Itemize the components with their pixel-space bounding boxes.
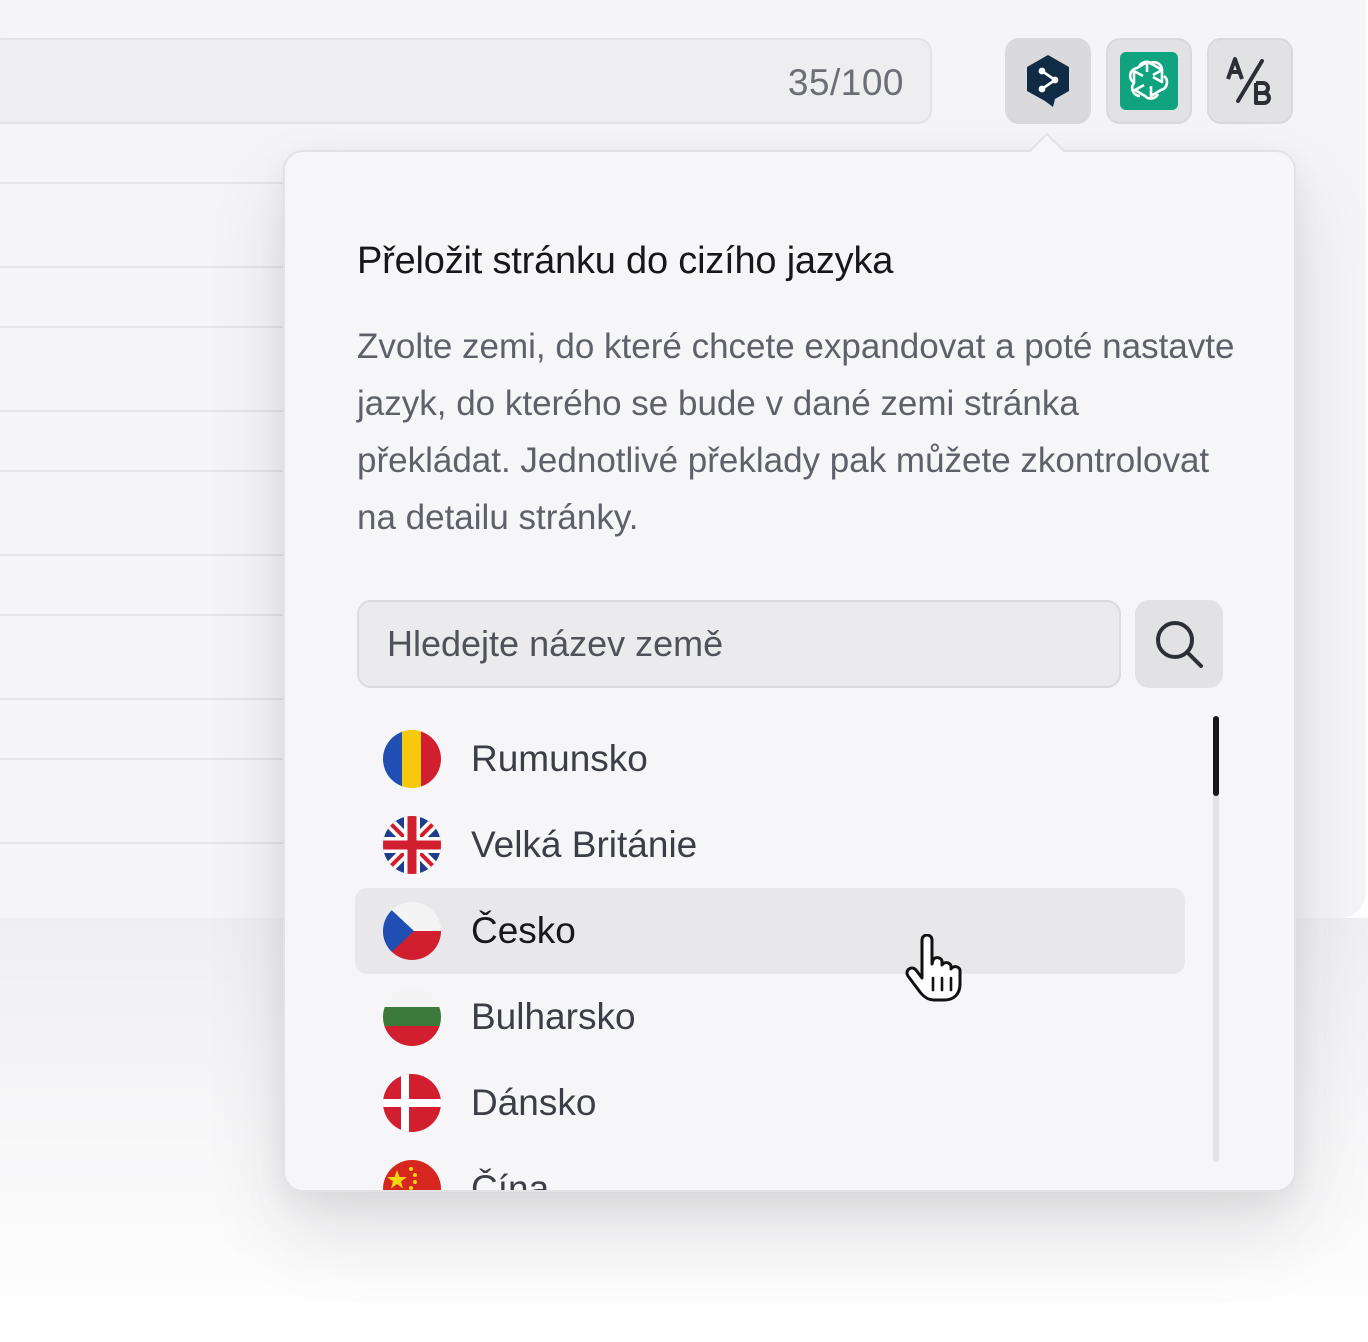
row-divider [0, 182, 290, 184]
list-item-label: Velká Británie [471, 824, 698, 865]
deepl-logo-icon [1027, 55, 1069, 107]
bulgaria-flag-icon [383, 988, 441, 1046]
czech-flag-icon [383, 902, 441, 960]
popover-description: Zvolte zemi, do které chcete expandovat … [357, 327, 1235, 537]
list-item-label: Rumunsko [471, 738, 648, 779]
row-divider [0, 326, 290, 328]
ai-tool-button[interactable] [1106, 38, 1192, 124]
hand-cursor-icon [905, 934, 962, 1002]
list-item-czechia[interactable]: Česko [355, 888, 1185, 974]
list-item-romania[interactable]: Rumunsko [355, 716, 1185, 802]
romania-flag-icon [383, 730, 441, 788]
character-counter: 35/100 [787, 62, 904, 103]
row-divider [0, 614, 290, 616]
translate-tool-button[interactable] [1005, 38, 1091, 124]
list-item-label: Čína [471, 1168, 550, 1190]
row-divider [0, 266, 290, 268]
title-input-field[interactable]: 35/100 [0, 38, 932, 124]
openai-logo-icon [1120, 52, 1178, 110]
search-button[interactable] [1135, 600, 1223, 688]
uk-flag-icon [383, 816, 441, 874]
country-list: Rumunsko Velká Británie Česko Bulharsko … [355, 712, 1185, 1190]
list-item-label: Dánsko [471, 1082, 597, 1123]
list-clip [285, 1190, 1294, 1342]
list-item-great-britain[interactable]: Velká Británie [355, 802, 1185, 888]
row-divider [0, 554, 290, 556]
search-icon [1156, 621, 1203, 668]
china-flag-icon [383, 1160, 441, 1190]
popover-title: Přeložit stránku do cizího jazyka [357, 240, 894, 282]
list-item-bulgaria[interactable]: Bulharsko [355, 974, 1185, 1060]
row-divider [0, 842, 290, 844]
row-divider [0, 410, 290, 412]
list-item-label: Bulharsko [471, 996, 636, 1037]
ab-test-icon [1226, 57, 1271, 105]
denmark-flag-icon [383, 1074, 441, 1132]
country-search-input[interactable] [357, 600, 1121, 688]
list-item-china[interactable]: Čína [355, 1146, 1185, 1190]
row-divider [0, 698, 290, 700]
ab-test-tool-button[interactable] [1207, 38, 1293, 124]
list-item-denmark[interactable]: Dánsko [355, 1060, 1185, 1146]
list-item-label: Česko [471, 910, 576, 951]
list-scrollbar-thumb[interactable] [1213, 716, 1219, 796]
row-divider [0, 758, 290, 760]
row-divider [0, 470, 290, 472]
